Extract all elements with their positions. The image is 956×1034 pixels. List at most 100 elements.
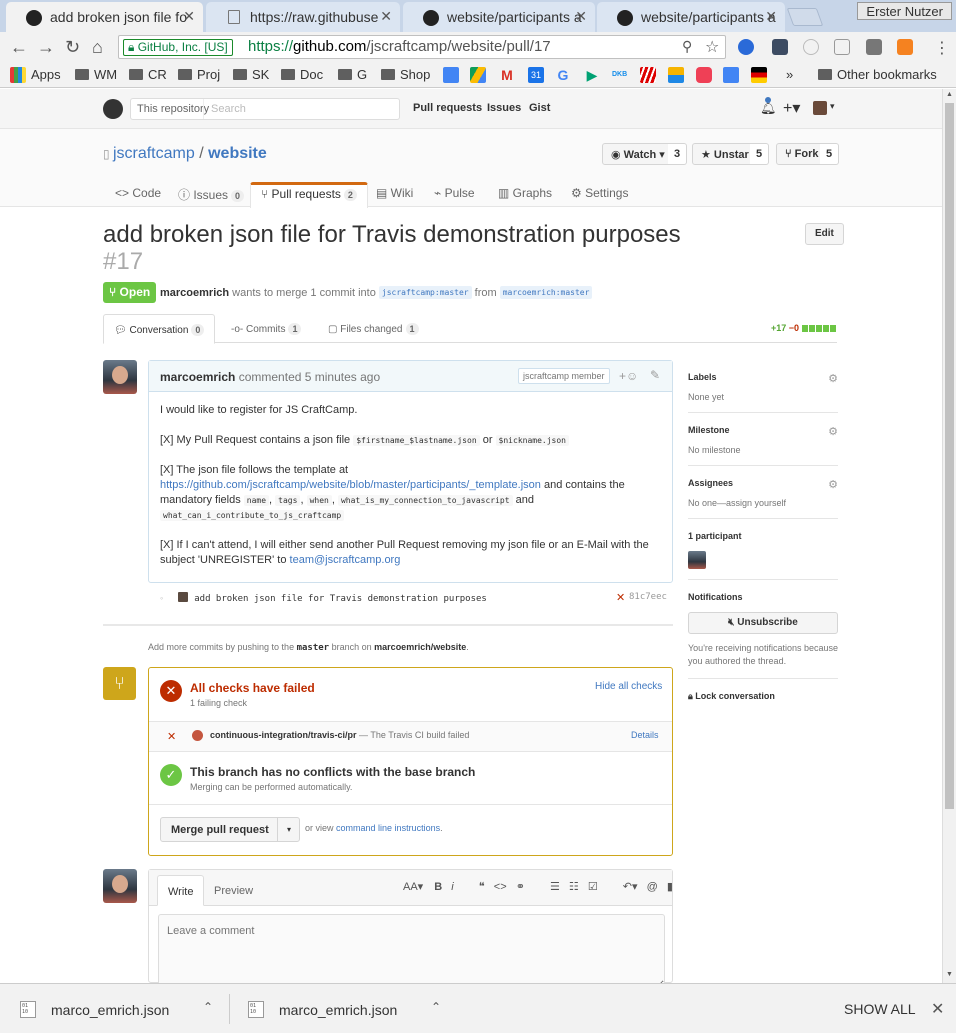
nav-gist[interactable]: Gist [529,102,550,114]
tab-issues[interactable]: ⓘ Issues 0 [178,182,245,207]
browser-tab-active[interactable]: add broken json file fo ✕ [6,2,203,32]
es-extension-icon[interactable] [866,39,882,55]
browser-tab[interactable]: website/participants a ✕ [403,2,595,32]
tab-preview[interactable]: Preview [204,875,263,906]
close-tab-icon[interactable]: ✕ [765,8,777,25]
merge-pull-request-button[interactable]: Merge pull request ▾ [160,817,300,842]
search-form[interactable]: This repository Search [130,98,400,120]
download-item[interactable]: 01 10 marco_emrich.json ⌃ [20,984,220,1034]
tab-conversation[interactable]: 💬︎ Conversation 0 [103,314,216,344]
avatar[interactable] [103,869,137,903]
gmail-bookmark-icon[interactable]: M [499,67,515,83]
search-input[interactable]: Search [211,103,246,115]
address-bar[interactable]: 🔒︎ GitHub, Inc. [US] https://github.com/… [118,35,726,59]
tab-pulse[interactable]: ⌁ Pulse [434,182,475,207]
italic-icon[interactable]: i [451,881,453,893]
gear-icon[interactable]: ⚙ [828,478,838,491]
red-bookmark-icon[interactable] [640,67,656,83]
show-all-button[interactable]: SHOW ALL [844,1001,916,1017]
close-tab-icon[interactable]: ✕ [183,8,195,25]
dkb-bookmark-icon[interactable]: DKB [612,67,628,83]
bullet-list-icon[interactable]: ☰ [550,881,560,893]
commit-message-link[interactable]: add broken json file for Travis demonstr… [194,594,487,604]
add-reaction-icon[interactable]: +☺ [619,369,638,383]
close-icon[interactable]: ✕ [931,999,944,1019]
more-bookmarks-chevron[interactable]: » [786,67,793,82]
author-link[interactable]: marcoemrich [160,287,229,299]
calendar-bookmark-icon[interactable]: 31 [528,67,544,83]
bookmark-folder-sk[interactable]: SK [233,67,269,82]
bookmark-apps[interactable]: Apps [31,67,61,82]
reload-icon[interactable]: ↻ [65,37,80,58]
new-tab-button[interactable] [786,8,824,26]
link-icon[interactable]: ⚭ [516,881,525,893]
nav-issues[interactable]: Issues [487,102,521,114]
tab-code[interactable]: <> Code [115,182,161,207]
close-tab-icon[interactable]: ✕ [380,8,392,25]
bookmark-folder-wm[interactable]: WM [75,67,117,82]
repo-owner-link[interactable]: jscraftcamp [113,145,195,162]
gear-icon[interactable]: ⚙ [828,425,838,438]
scroll-down-arrow[interactable]: ▼ [946,971,953,978]
commit-sha-link[interactable]: 81c7eec [629,592,667,602]
bookmark-icon[interactable]: ▮ [667,881,673,893]
quote-icon[interactable]: ❝ [479,881,485,893]
unsubscribe-button[interactable]: 🔇︎ Unsubscribe [688,612,838,634]
google-bookmark-icon[interactable]: G [555,67,571,83]
pencil-icon[interactable]: ✎ [650,368,660,382]
watch-count[interactable]: 3 [668,143,688,165]
pocket-extension-icon[interactable] [772,39,788,55]
bookmark-folder-cr[interactable]: CR [129,67,167,82]
email-link[interactable]: team@jscraftcamp.org [290,554,401,566]
tab-wiki[interactable]: ▤ Wiki [376,182,413,207]
forward-icon[interactable]: → [37,37,55,58]
tab-graphs[interactable]: ▥ Graphs [498,182,552,207]
user-avatar[interactable] [813,101,827,115]
close-tab-icon[interactable]: ✕ [575,8,587,25]
fork-count[interactable]: 5 [820,143,840,165]
play-bookmark-icon[interactable]: ▶ [584,67,600,83]
tab-settings[interactable]: ⚙ Settings [571,182,628,207]
tab-files-changed[interactable]: ▢ Files changed 1 [318,314,429,344]
translate-bookmark-icon[interactable] [723,67,739,83]
tab-write[interactable]: Write [157,875,205,906]
chevron-down-icon[interactable]: ▾ [830,101,835,112]
reply-icon[interactable]: ↶▾ [623,881,638,893]
bookmark-star-icon[interactable]: ☆ [705,37,719,57]
star-count[interactable]: 5 [750,143,770,165]
download-item[interactable]: 01 10 marco_emrich.json ⌃ [248,984,448,1034]
code-icon[interactable]: <> [494,881,507,893]
avatar[interactable] [103,360,137,394]
react-devtools-icon[interactable] [803,39,819,55]
gear-icon[interactable]: ⚙ [828,372,838,385]
create-new-icon[interactable]: +▾ [783,98,800,118]
bookmark-folder-g[interactable]: G [338,67,367,82]
bookmark-folder-shop[interactable]: Shop [381,67,430,82]
bold-icon[interactable]: B [434,881,442,893]
flag-bookmark-icon[interactable] [751,67,767,83]
bookmark-folder-doc[interactable]: Doc [281,67,323,82]
task-list-icon[interactable]: ☑ [588,881,598,893]
chart-extension-icon[interactable] [834,39,850,55]
status-failed-icon[interactable]: ✕ [616,591,625,604]
hide-checks-link[interactable]: Hide all checks [595,681,662,692]
tab-commits[interactable]: -o- Commits 1 [221,314,311,344]
chevron-up-icon[interactable]: ⌃ [203,1000,213,1014]
back-icon[interactable]: ← [10,37,28,58]
extension-icon[interactable] [738,39,754,55]
orange-extension-icon[interactable] [897,39,913,55]
repo-name-link[interactable]: website [208,145,267,162]
unstar-button[interactable]: ★ Unstar [692,143,758,165]
edit-title-button[interactable]: Edit [805,223,844,245]
other-bookmarks[interactable]: Other bookmarks [818,67,937,82]
template-link[interactable]: https://github.com/jscraftcamp/website/b… [160,479,541,491]
home-icon[interactable]: ⌂ [92,37,103,58]
numbered-list-icon[interactable]: ☷ [569,881,579,893]
text-size-icon[interactable]: AA▾ [403,881,423,893]
scroll-up-arrow[interactable]: ▲ [946,91,953,98]
browser-tab[interactable]: https://raw.githubuse ✕ [206,2,400,32]
browser-tab[interactable]: website/participants a ✕ [597,2,785,32]
tab-pull-requests[interactable]: ⑂ Pull requests 2 [250,182,368,208]
merge-options-dropdown[interactable]: ▾ [277,818,300,841]
scrollbar-thumb[interactable] [945,103,954,809]
